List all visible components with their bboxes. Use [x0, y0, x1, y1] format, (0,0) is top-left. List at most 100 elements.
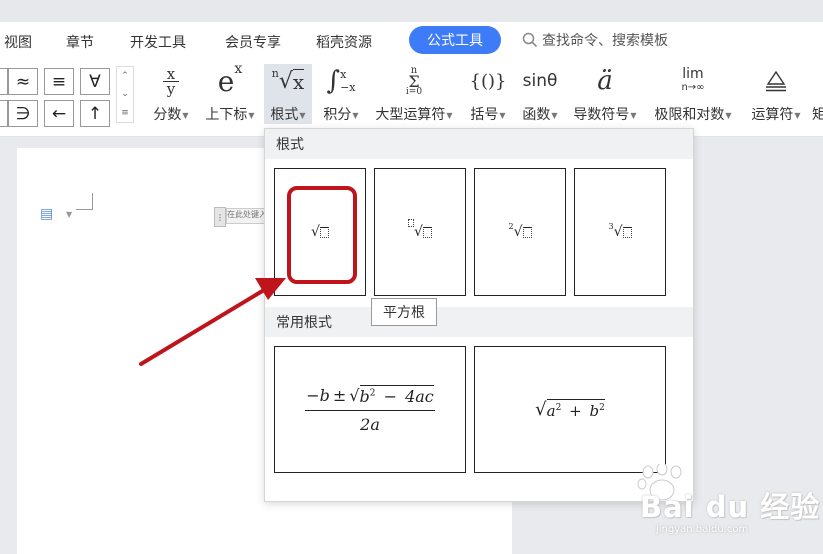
scroll-down-icon[interactable]: ⌄ [121, 89, 129, 99]
search-placeholder: 查找命令、搜索模板 [542, 33, 668, 49]
pyth-a-exp: 2 [555, 403, 562, 413]
document-icon[interactable]: ▤ [40, 206, 53, 222]
tab-developer-tools[interactable]: 开发工具 [130, 32, 186, 52]
scroll-up-icon[interactable]: ⌃ [121, 71, 129, 81]
script-icon: ex [217, 61, 243, 98]
square-root-index-template[interactable]: 2 √ [474, 168, 566, 296]
placeholder-box [622, 226, 632, 238]
fraction-icon: x y [163, 64, 179, 98]
chevron-down-icon[interactable]: ▼ [66, 210, 72, 219]
integral-icon: ∫ x −x [327, 64, 356, 98]
chevron-down-icon: ▼ [299, 110, 306, 120]
index-3: 3 [608, 221, 614, 231]
accent-icon: ä [597, 66, 613, 96]
symbol-gallery-scroller[interactable]: ⌃ ⌄ ≡ [116, 66, 134, 123]
tab-docer-resources[interactable]: 稻壳资源 [316, 32, 372, 52]
triangle-equal-icon [766, 70, 786, 92]
radical-button[interactable]: n √ x 根式▼ [264, 64, 312, 124]
nth-root-template[interactable]: √ [374, 168, 466, 296]
fraction-label: 分数 [153, 107, 182, 123]
radical-label: 根式 [270, 107, 299, 123]
accent-label: 导数符号 [573, 107, 630, 123]
window-top-strip [0, 0, 823, 22]
fraction-icon-num: x [166, 64, 176, 83]
qf-pm: ± [332, 386, 347, 405]
operator-label: 运算符 [751, 107, 794, 123]
symbol-cell-partial-2[interactable] [0, 100, 8, 127]
bracket-button[interactable]: {()} 括号▼ [466, 64, 510, 124]
chevron-down-icon: ▼ [182, 110, 189, 120]
script-icon-sup: x [234, 61, 243, 77]
sum-lower: i=0 [405, 86, 423, 97]
symbol-identical[interactable]: ≡ [44, 68, 74, 95]
integral-button[interactable]: ∫ x −x 积分▼ [318, 64, 364, 124]
index-2: 2 [508, 221, 514, 231]
placeholder-box [522, 226, 532, 238]
function-label: 函数 [522, 107, 551, 123]
fraction-button[interactable]: x y 分数▼ [150, 64, 192, 124]
tab-view[interactable]: 视图 [4, 32, 32, 52]
limit-log-label: 极限和对数 [654, 107, 725, 123]
script-icon-base: e [217, 64, 235, 98]
pyth-a: a [546, 402, 556, 420]
tab-chapter[interactable]: 章节 [66, 32, 94, 52]
chevron-down-icon: ▼ [551, 110, 558, 120]
tab-member-exclusive[interactable]: 会员专享 [225, 32, 281, 52]
tab-formula-tools[interactable]: 公式工具 [409, 26, 501, 54]
bracket-label: 括号 [470, 107, 499, 123]
search-icon [522, 32, 538, 48]
limit-icon: lim n→∞ [681, 64, 704, 98]
symbol-approx[interactable]: ≈ [8, 68, 38, 95]
qf-minus-b: −b [306, 386, 330, 405]
fraction-icon-den: y [166, 79, 176, 98]
symbol-left-arrow[interactable]: ← [44, 100, 74, 127]
script-label: 上下标 [205, 107, 248, 123]
qf-minus: − [383, 387, 397, 406]
pyth-sqrt-sign: √ [535, 399, 547, 420]
qf-sqrt-sign: √ [349, 386, 360, 405]
cube-root-template[interactable]: 3 √ [574, 168, 666, 296]
limit-sub: n→∞ [681, 82, 705, 93]
symbol-cell-partial[interactable] [0, 68, 8, 95]
sqrt-sign: √ [613, 224, 623, 240]
radicals-section-header: 根式 [265, 129, 693, 159]
quadratic-formula-template[interactable]: −b ± √ b2 − 4ac 2a [274, 346, 466, 473]
chevron-down-icon: ▼ [794, 110, 801, 120]
large-operator-button[interactable]: n Σ i=0 大型运算符▼ [370, 64, 458, 124]
pyth-plus: + [569, 402, 582, 420]
radical-icon-index: n [271, 66, 279, 80]
sqrt-sign: √ [513, 224, 523, 240]
limit-log-button[interactable]: lim n→∞ 极限和对数▼ [650, 64, 736, 124]
matrix-button[interactable]: 矩 [812, 64, 823, 124]
common-radicals-section-header: 常用根式 [265, 307, 693, 337]
chevron-down-icon: ▼ [499, 110, 506, 120]
command-search[interactable]: 查找命令、搜索模板 [522, 30, 668, 50]
symbol-contains[interactable]: ∋ [8, 100, 38, 127]
function-button[interactable]: sinθ 函数▼ [518, 64, 562, 124]
integral-label: 积分 [323, 107, 352, 123]
pythagorean-template[interactable]: √ a2 + b2 [474, 346, 666, 473]
watermark-url: jingyan.baidu.com [656, 524, 749, 535]
index-placeholder [408, 219, 415, 227]
limit-glyph: lim [682, 66, 704, 82]
large-operator-icon: n Σ i=0 [406, 64, 422, 98]
expand-gallery-icon[interactable]: ≡ [121, 108, 129, 118]
integral-upper: x [340, 68, 347, 81]
operator-button[interactable]: 运算符▼ [746, 64, 806, 124]
symbol-up-arrow[interactable]: ↑ [80, 100, 110, 127]
highlight-box [287, 186, 357, 284]
radical-icon-body: x [292, 68, 305, 94]
equation-handle[interactable]: ⋮ [214, 207, 226, 227]
sqrt-sign: √ [414, 224, 423, 240]
radical-icon-sign: √ [278, 68, 293, 94]
chevron-down-icon: ▼ [248, 110, 255, 120]
square-root-tooltip: 平方根 [371, 298, 437, 326]
bracket-icon: {()} [469, 70, 507, 92]
accent-button[interactable]: ä 导数符号▼ [570, 64, 640, 124]
chevron-down-icon: ▼ [630, 110, 637, 120]
pyth-b: b [589, 402, 600, 420]
symbol-forall[interactable]: ∀ [80, 68, 110, 95]
sum-sign: Σ [408, 71, 420, 91]
integral-lower: −x [340, 81, 356, 94]
script-button[interactable]: ex 上下标▼ [202, 61, 258, 124]
